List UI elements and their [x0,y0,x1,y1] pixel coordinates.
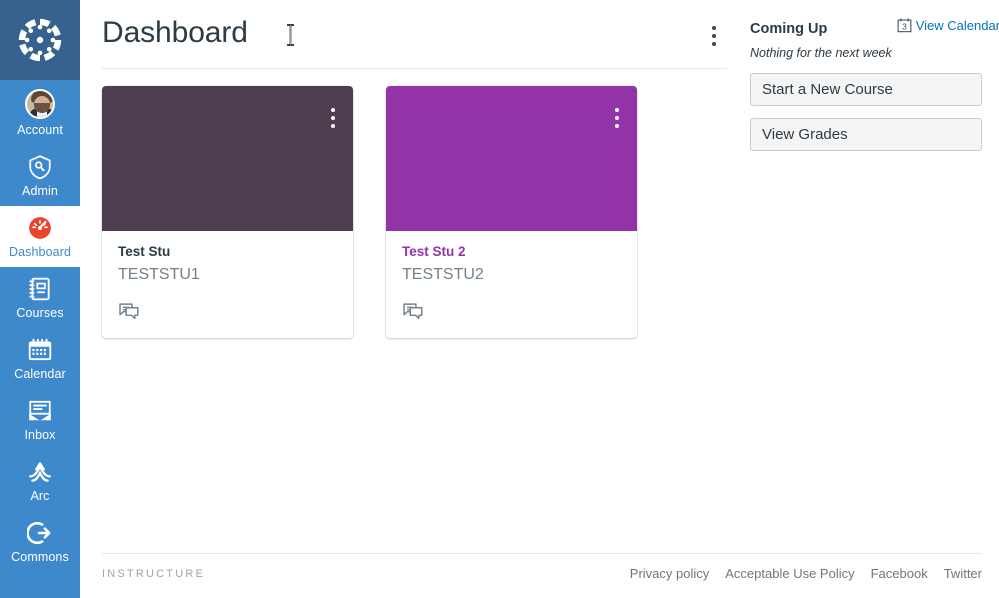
course-card-title[interactable]: Test Stu 2 [402,243,621,261]
view-calendar-label: View Calendar [915,18,999,33]
main-content: Dashboard Test Stu TESTSTU1 Test Stu 2 T… [80,0,999,598]
sidebar-item-inbox[interactable]: Inbox [0,389,80,450]
course-card-body: Test Stu 2 TESTSTU2 [386,231,637,286]
course-card-options[interactable] [604,101,630,135]
right-sidebar: Coming Up 3 View Calendar Nothing for th… [750,18,999,151]
footer-link-twitter[interactable]: Twitter [944,566,982,581]
course-card-header [102,86,353,231]
footer-link-facebook[interactable]: Facebook [871,566,928,581]
course-card-title[interactable]: Test Stu [118,243,337,261]
discussions-icon[interactable] [402,300,424,322]
page-title: Dashboard [102,16,248,49]
start-a-new-course-button[interactable]: Start a New Course [750,73,982,106]
arc-icon [29,462,51,482]
footer-links: Privacy policy Acceptable Use Policy Fac… [630,566,982,581]
calendar-icon: 3 [897,18,912,33]
sidebar-item-account[interactable]: Account [0,80,80,145]
sidebar-item-label: Commons [11,550,69,564]
view-calendar-link[interactable]: 3 View Calendar [897,18,999,33]
view-grades-button[interactable]: View Grades [750,118,982,151]
sidebar-item-arc[interactable]: Arc [0,450,80,511]
commons-arrow-icon [27,521,51,545]
course-card-options[interactable] [320,101,346,135]
coming-up-title: Coming Up [750,21,828,37]
footer-link-acceptable-use-policy[interactable]: Acceptable Use Policy [725,566,854,581]
canvas-dashboard-page: Account Admin Dashboard Courses Calendar… [0,0,999,598]
sidebar-item-admin[interactable]: Admin [0,145,80,206]
sidebar-item-courses[interactable]: Courses [0,267,80,328]
sidebar-item-label: Calendar [14,367,66,381]
dashboard-options-kebab[interactable] [701,19,727,53]
calendar-icon [28,338,52,361]
page-header: Dashboard [102,12,727,54]
sidebar-item-commons[interactable]: Commons [0,511,80,572]
sidebar-item-calendar[interactable]: Calendar [0,328,80,389]
instructure-brand-logo: INSTRUCTURE [102,567,206,580]
sidebar-item-dashboard[interactable]: Dashboard [0,206,80,267]
canvas-logo-icon [18,18,62,62]
shield-icon [29,155,51,180]
page-footer: INSTRUCTURE Privacy policy Acceptable Us… [102,566,982,581]
global-navigation-sidebar: Account Admin Dashboard Courses Calendar… [0,0,80,598]
courses-book-icon [29,277,50,301]
avatar [25,89,55,119]
header-divider [102,68,727,69]
coming-up-empty-message: Nothing for the next week [750,46,892,60]
sidebar-item-label: Admin [22,184,58,198]
dashboard-card-grid: Test Stu TESTSTU1 Test Stu 2 TESTSTU2 [102,86,637,338]
calendar-day-number: 3 [902,21,907,31]
course-card[interactable]: Test Stu 2 TESTSTU2 [386,86,637,338]
canvas-logo-link[interactable] [0,0,80,80]
sidebar-item-label: Arc [30,489,50,503]
coming-up-header: Coming Up 3 View Calendar [750,18,999,37]
dashboard-gauge-icon [29,217,51,239]
course-card-code: TESTSTU1 [118,266,200,283]
discussions-icon[interactable] [118,300,140,322]
course-card-code: TESTSTU2 [402,266,484,283]
footer-divider [102,553,982,554]
inbox-envelope-icon [29,400,51,421]
sidebar-item-label: Inbox [24,428,56,442]
course-card-body: Test Stu TESTSTU1 [102,231,353,286]
sidebar-item-label: Courses [16,306,64,320]
sidebar-item-label: Dashboard [8,245,72,259]
course-card-header [386,86,637,231]
footer-link-privacy-policy[interactable]: Privacy policy [630,566,709,581]
course-card[interactable]: Test Stu TESTSTU1 [102,86,353,338]
course-card-links [386,286,637,338]
course-card-links [102,286,353,338]
sidebar-item-label: Account [17,123,63,137]
